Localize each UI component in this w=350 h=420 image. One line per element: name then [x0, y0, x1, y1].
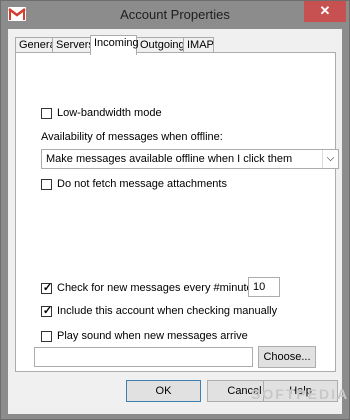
offline-availability-select[interactable]: Make messages available offline when I c… [41, 149, 339, 169]
choose-sound-button[interactable]: Choose... [258, 346, 316, 368]
close-icon: ✕ [319, 3, 331, 18]
window-title: Account Properties [120, 7, 230, 22]
include-account-label: Include this account when checking manua… [57, 305, 278, 317]
title-bar[interactable]: Account Properties ✕ [1, 1, 349, 29]
incoming-tab-panel: Low-bandwidth mode Availability of messa… [15, 52, 339, 372]
checkmark-icon: ✓ [42, 305, 53, 317]
check-new-messages-checkbox[interactable]: ✓ [41, 282, 53, 294]
offline-availability-label: Availability of messages when offline: [41, 131, 223, 143]
play-sound-checkbox[interactable] [41, 331, 52, 342]
no-attachments-label: Do not fetch message attachments [57, 178, 227, 190]
sound-file-path-input[interactable] [34, 347, 253, 367]
checkmark-icon: ✓ [42, 282, 53, 294]
chevron-down-icon[interactable]: ⌵ [322, 150, 338, 168]
no-attachments-checkbox[interactable] [41, 179, 52, 190]
tab-incoming[interactable]: Incoming [90, 35, 139, 55]
ok-button[interactable]: OK [126, 380, 201, 402]
low-bandwidth-label: Low-bandwidth mode [57, 107, 162, 119]
check-new-messages-label: Check for new messages every #minutes [57, 282, 259, 294]
sound-file-path-field[interactable] [35, 348, 252, 366]
include-account-checkbox[interactable]: ✓ [41, 305, 53, 317]
low-bandwidth-checkbox[interactable] [41, 108, 52, 119]
check-interval-minutes-input[interactable] [248, 277, 280, 297]
dialog-client-area: General Servers Incoming Outgoing IMAP L… [8, 29, 347, 414]
play-sound-label: Play sound when new messages arrive [57, 330, 248, 342]
softpedia-watermark: SOFTPEDIA [251, 386, 350, 402]
close-button[interactable]: ✕ [304, 1, 346, 22]
check-interval-minutes-field[interactable] [249, 278, 279, 296]
offline-availability-value: Make messages available offline when I c… [46, 153, 293, 165]
dialog-window: Account Properties ✕ General Servers Inc… [0, 0, 350, 420]
